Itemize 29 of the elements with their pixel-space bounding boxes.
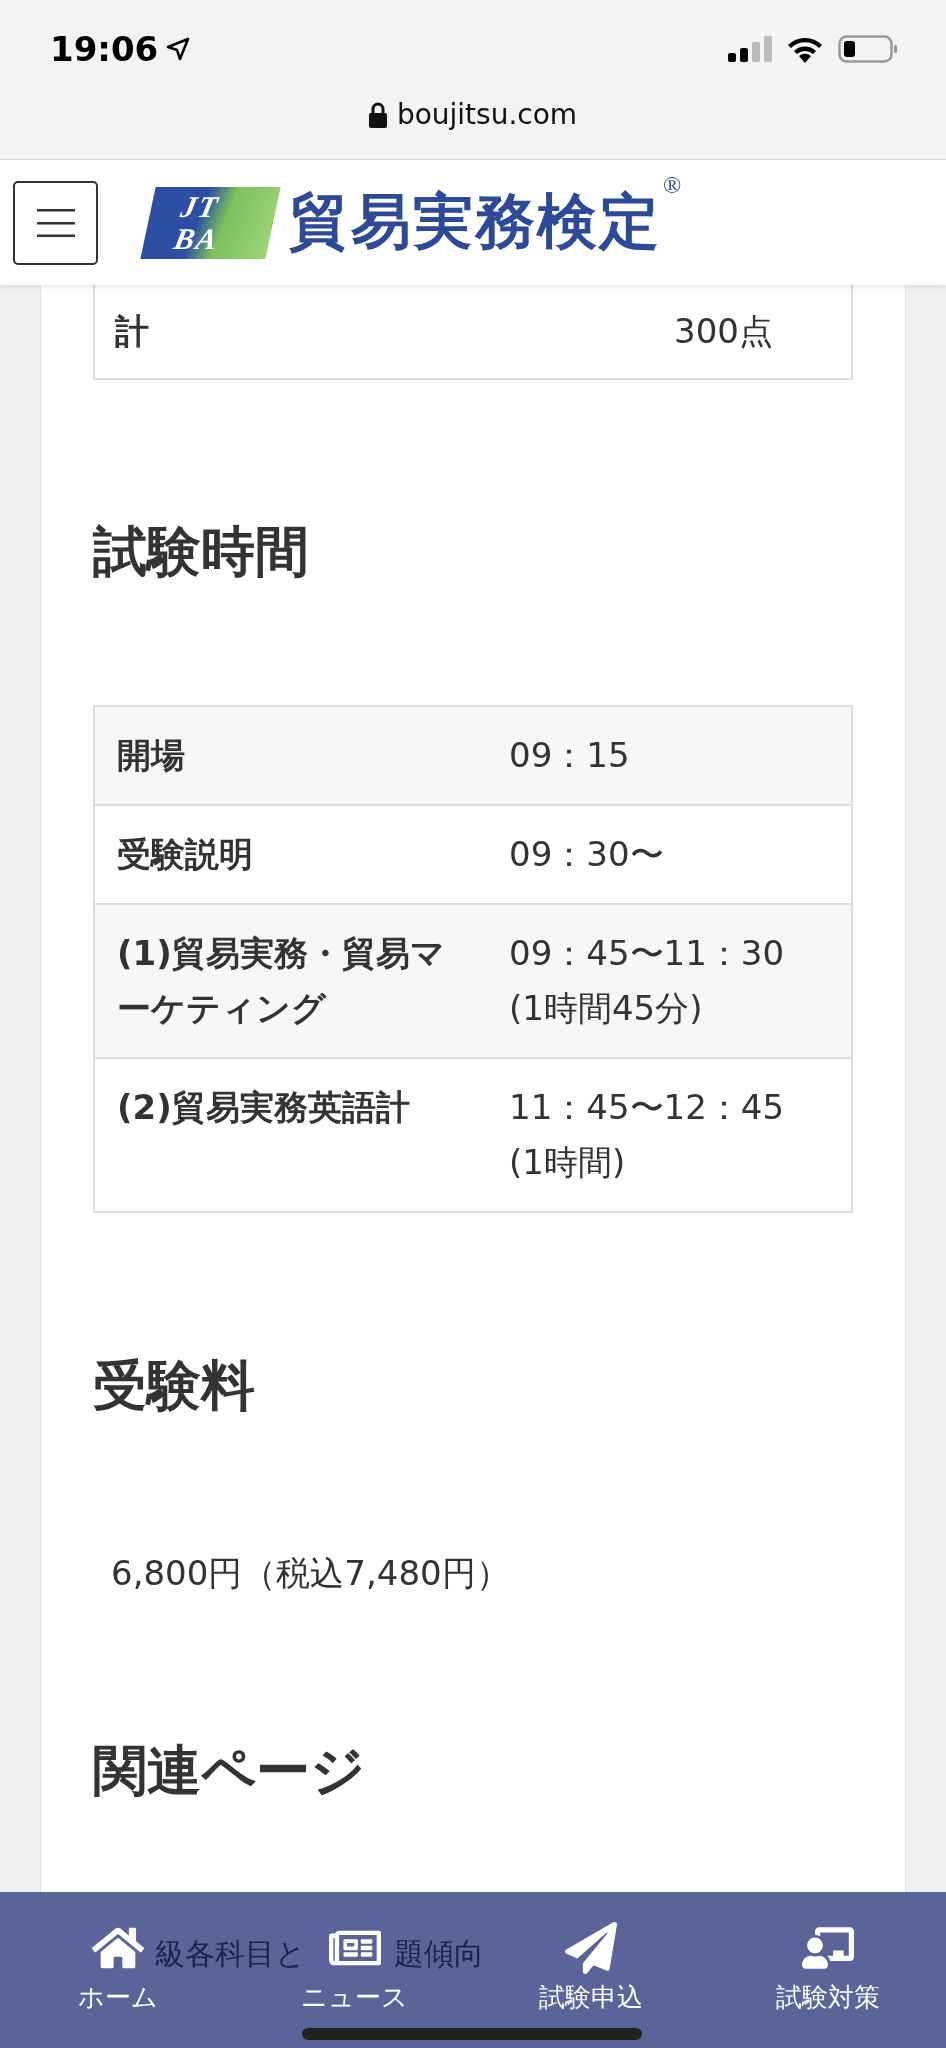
table-cell-text: 受験説明 <box>116 833 254 876</box>
section-heading: 関連ページ <box>93 1738 366 1804</box>
table-cell-text: 300点 <box>674 310 773 353</box>
logo-mark: JT BA <box>140 186 281 259</box>
table-cell-text: (1)貿易実務・貿易マーケティング <box>116 932 446 1030</box>
table-cell-text: 11：45〜12：45 (1時間) <box>508 1086 786 1184</box>
section-heading: 試験時間 <box>93 519 310 585</box>
battery-icon <box>838 35 898 63</box>
table-cell-text: 09：15 <box>508 734 631 777</box>
nav-tab[interactable]: 試験対策 <box>775 1922 880 2015</box>
nav-tab[interactable]: 試験申込 <box>539 1922 644 2015</box>
logo-title: 貿易実務検定 <box>289 185 661 258</box>
registered-mark: ® <box>663 172 682 199</box>
paper-plane-icon <box>565 1922 618 1974</box>
status-time: 19:06 <box>50 29 159 69</box>
lock-icon <box>368 101 387 128</box>
signal-icon <box>728 36 772 62</box>
menu-icon <box>36 208 75 237</box>
menu-button[interactable] <box>13 180 98 265</box>
table-cell-text: 計 <box>115 310 149 353</box>
table-cell-text: 09：45〜11：30 (1時間45分) <box>508 932 786 1030</box>
fee-text: 6,800円（税込7,480円） <box>110 1552 511 1595</box>
table-cell-text: 09：30〜 <box>508 833 665 876</box>
wifi-icon <box>786 35 824 63</box>
table-cell-text: 開場 <box>116 734 186 777</box>
location-arrow-icon <box>166 37 191 61</box>
url-text[interactable]: boujitsu.com <box>396 98 578 131</box>
table-cell-text: (2)貿易実務英語計 <box>116 1086 411 1129</box>
section-heading: 受験料 <box>93 1353 256 1419</box>
